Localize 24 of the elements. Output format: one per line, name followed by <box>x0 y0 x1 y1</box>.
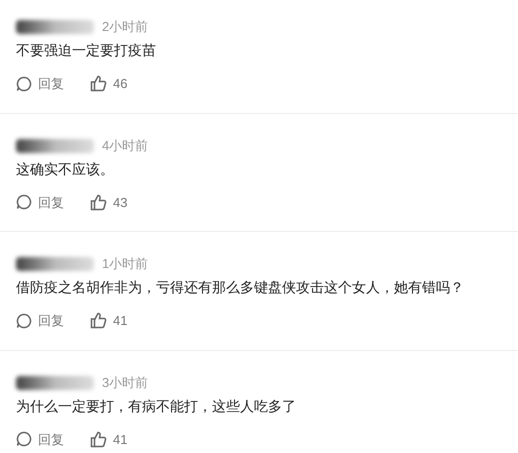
comment-time: 1小时前 <box>102 255 148 274</box>
comment-time: 2小时前 <box>102 18 148 36</box>
comment-text: 不要强迫一定要打疫苗 <box>16 41 157 60</box>
like-button[interactable]: 41 <box>90 430 128 449</box>
comment-bubble-icon <box>16 76 32 92</box>
comment-time: 3小时前 <box>102 374 148 392</box>
comment-time: 4小时前 <box>102 136 148 155</box>
thumbs-up-icon <box>90 430 107 448</box>
thumbs-up-icon <box>90 75 107 92</box>
thumbs-up-icon <box>90 312 107 330</box>
reply-button[interactable]: 回复 <box>16 74 64 94</box>
comment-bubble-icon <box>16 194 32 210</box>
like-button[interactable]: 43 <box>90 192 128 212</box>
comment-bubble-icon <box>16 431 32 448</box>
comment-text: 借防疫之名胡作非为，亏得还有那么多键盘侠攻击这个女人，她有错吗？ <box>16 278 465 297</box>
like-button[interactable]: 41 <box>90 311 128 330</box>
comment-text: 这确实不应该。 <box>16 160 115 178</box>
reply-button[interactable]: 回复 <box>16 430 64 449</box>
reply-button[interactable]: 回复 <box>16 192 64 212</box>
like-button[interactable]: 46 <box>90 74 128 94</box>
reply-button[interactable]: 回复 <box>16 311 64 330</box>
comment-bubble-icon <box>16 312 32 329</box>
comment-text: 为什么一定要打，有病不能打，这些人吃多了 <box>16 396 297 416</box>
thumbs-up-icon <box>90 194 107 211</box>
